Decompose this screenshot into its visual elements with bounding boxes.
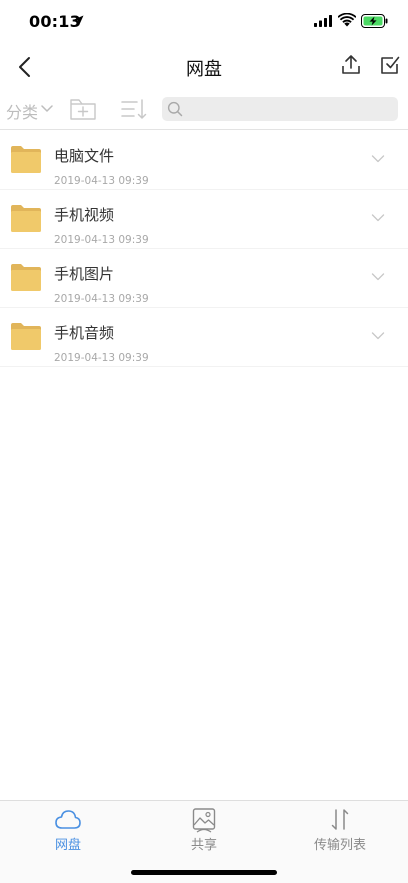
navigation-bar: 网盘 — [0, 44, 408, 88]
status-bar: 00:13 — [0, 0, 408, 44]
cellular-signal-icon — [314, 15, 332, 27]
file-date: 2019-04-13 09:39 — [54, 293, 149, 305]
file-name: 手机音频 — [54, 324, 115, 342]
wifi-icon — [338, 13, 356, 27]
file-date: 2019-04-13 09:39 — [54, 352, 149, 364]
file-name: 手机视频 — [54, 206, 115, 224]
cloud-icon — [55, 810, 81, 829]
file-name: 手机图片 — [54, 265, 115, 283]
file-row[interactable]: 电脑文件 2019-04-13 09:39 — [0, 131, 408, 190]
chevron-down-icon[interactable] — [41, 105, 53, 113]
file-row[interactable]: 手机图片 2019-04-13 09:39 — [0, 249, 408, 308]
tab-label: 传输列表 — [313, 838, 366, 853]
folder-icon — [11, 323, 41, 350]
location-arrow-icon — [73, 15, 84, 26]
tab-transfer-list[interactable]: 传输列表 — [272, 807, 408, 853]
toolbar: 分类 — [0, 88, 408, 130]
file-name: 电脑文件 — [54, 147, 115, 165]
share-image-icon — [192, 808, 216, 833]
folder-icon — [11, 205, 41, 232]
file-row[interactable]: 手机音频 2019-04-13 09:39 — [0, 308, 408, 367]
folder-icon — [11, 146, 41, 173]
file-list: 电脑文件 2019-04-13 09:39 手机视频 2019-04-13 09… — [0, 131, 408, 367]
home-indicator — [131, 870, 277, 875]
new-folder-icon[interactable] — [69, 96, 97, 122]
file-date: 2019-04-13 09:39 — [54, 234, 149, 246]
tab-label: 网盘 — [54, 838, 81, 853]
search-icon — [167, 101, 183, 117]
file-row[interactable]: 手机视频 2019-04-13 09:39 — [0, 190, 408, 249]
tab-share[interactable]: 共享 — [136, 807, 272, 853]
category-filter-button[interactable]: 分类 — [6, 99, 38, 123]
chevron-down-icon[interactable] — [371, 213, 385, 223]
battery-charging-icon — [361, 14, 388, 28]
tab-label: 共享 — [190, 838, 217, 853]
upload-icon[interactable] — [339, 53, 363, 77]
file-date: 2019-04-13 09:39 — [54, 175, 149, 187]
tab-cloud-drive[interactable]: 网盘 — [0, 807, 136, 853]
transfer-icon — [331, 809, 349, 830]
sort-icon[interactable] — [120, 97, 148, 121]
chevron-down-icon[interactable] — [371, 272, 385, 282]
folder-icon — [11, 264, 41, 291]
search-box[interactable] — [162, 97, 398, 121]
search-input[interactable] — [188, 97, 393, 121]
chevron-down-icon[interactable] — [371, 331, 385, 341]
chevron-down-icon[interactable] — [371, 154, 385, 164]
multi-select-icon[interactable] — [378, 53, 402, 77]
